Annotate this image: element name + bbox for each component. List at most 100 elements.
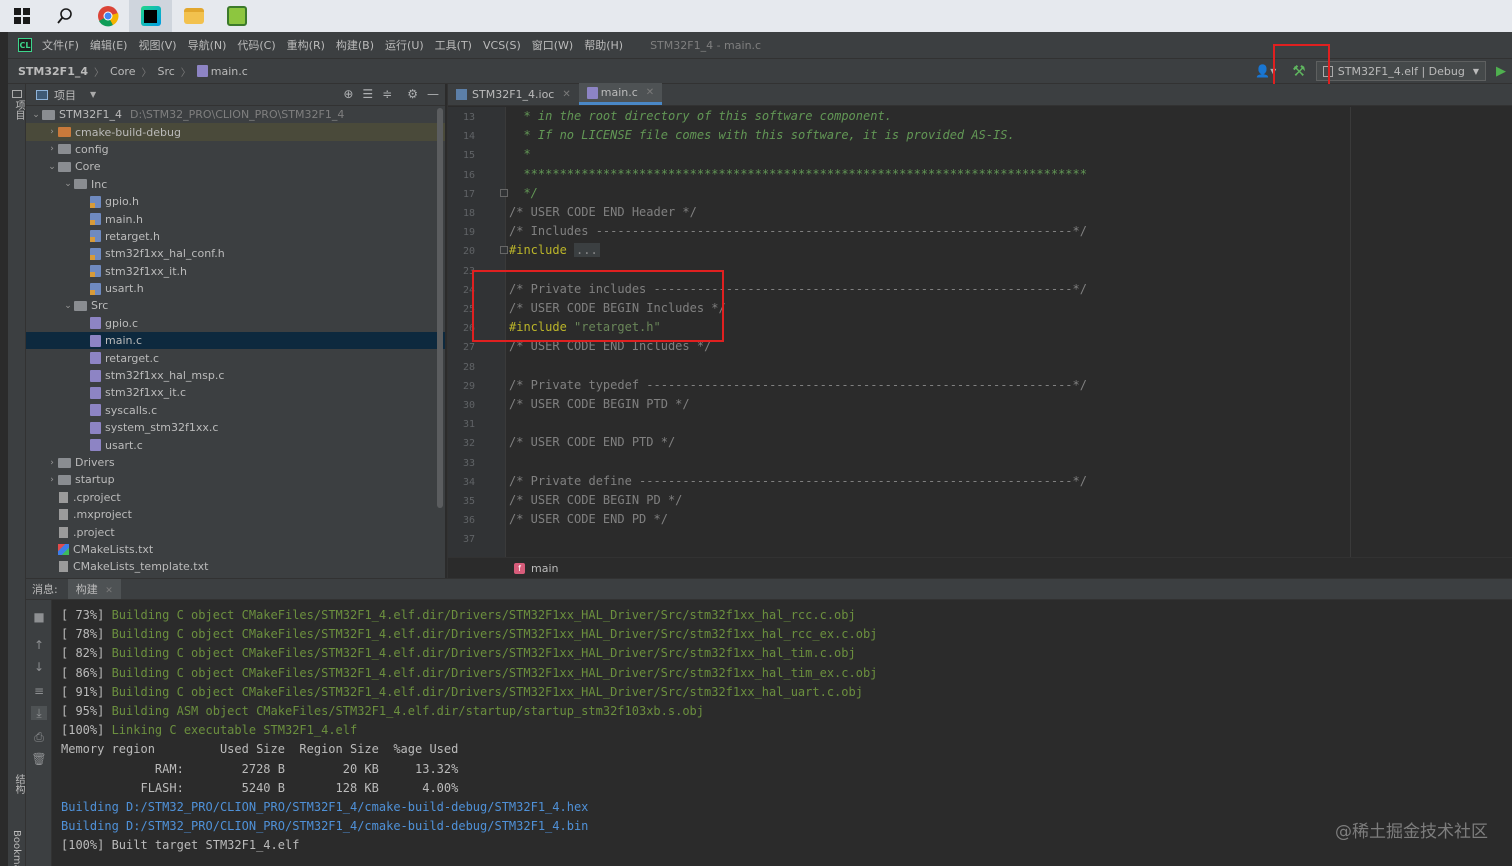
folder-icon bbox=[42, 109, 55, 120]
menu-view[interactable]: 视图(V) bbox=[138, 37, 176, 53]
scroll-to-end-icon[interactable]: ⤓ bbox=[31, 706, 47, 720]
tree-item[interactable]: usart.c bbox=[26, 436, 445, 453]
project-tool-label[interactable]: 项目 bbox=[11, 100, 26, 120]
chevron-down-icon[interactable]: ⌄ bbox=[62, 179, 74, 189]
project-tool-icon[interactable] bbox=[12, 90, 22, 98]
gear-icon[interactable]: ⚙ bbox=[407, 87, 418, 101]
breadcrumb-src[interactable]: Src bbox=[157, 65, 174, 78]
close-icon[interactable]: ✕ bbox=[105, 586, 113, 596]
tree-item[interactable]: gpio.c bbox=[26, 315, 445, 332]
close-icon[interactable]: ✕ bbox=[646, 87, 654, 98]
bookmarks-tool-label[interactable]: Bookmarks bbox=[11, 830, 22, 866]
code-token[interactable]: ... bbox=[574, 243, 600, 258]
tree-item-label: startup bbox=[75, 473, 115, 487]
tree-item[interactable]: stm32f1xx_it.h bbox=[26, 263, 445, 280]
print-icon[interactable]: ⎙ bbox=[31, 730, 47, 744]
run-icon[interactable]: ▶ bbox=[1496, 64, 1506, 79]
tab-main-c[interactable]: main.c ✕ bbox=[578, 83, 663, 105]
chevron-right-icon[interactable]: › bbox=[46, 127, 58, 137]
tree-item[interactable]: ⌄ Inc bbox=[26, 176, 445, 193]
menu-code[interactable]: 代码(C) bbox=[237, 37, 275, 53]
taskbar-search-button[interactable] bbox=[43, 0, 86, 32]
arrow-up-icon[interactable]: ↑ bbox=[31, 638, 47, 652]
notepad-icon bbox=[226, 6, 247, 26]
structure-tool-label[interactable]: 结构 bbox=[11, 774, 26, 794]
locate-icon[interactable]: ⊕ bbox=[343, 87, 353, 101]
tree-item[interactable]: .project bbox=[26, 523, 445, 540]
tab-ioc[interactable]: STM32F1_4.ioc ✕ bbox=[448, 83, 579, 105]
build-hammer-icon[interactable]: ⚒ bbox=[1292, 62, 1305, 80]
chevron-right-icon[interactable]: › bbox=[46, 458, 58, 468]
user-icon[interactable]: 👤▾ bbox=[1255, 64, 1276, 78]
menu-tools[interactable]: 工具(T) bbox=[435, 37, 472, 53]
line-number: 17 bbox=[462, 188, 475, 200]
tree-item[interactable]: ⌄ Core bbox=[26, 158, 445, 175]
tree-item[interactable]: CMakeLists_template.txt bbox=[26, 558, 445, 575]
project-panel-title[interactable]: 项目 bbox=[54, 87, 76, 103]
tree-root[interactable]: ⌄ STM32F1_4 D:\STM32_PRO\CLION_PRO\STM32… bbox=[26, 106, 445, 123]
trash-icon[interactable]: 🗑 bbox=[31, 752, 47, 766]
output-link[interactable]: Building D:/STM32_PRO/CLION_PRO/STM32F1_… bbox=[61, 800, 588, 814]
chevron-down-icon[interactable]: ⌄ bbox=[62, 301, 74, 311]
fold-marker-icon[interactable] bbox=[500, 246, 508, 255]
tree-item[interactable]: system_stm32f1xx.c bbox=[26, 419, 445, 436]
tree-item-label: Src bbox=[91, 299, 109, 313]
menu-file[interactable]: 文件(F) bbox=[42, 37, 79, 53]
windows-start-button[interactable] bbox=[0, 0, 43, 32]
tree-item[interactable]: gpio.h bbox=[26, 193, 445, 210]
stop-icon[interactable]: ■ bbox=[31, 610, 47, 624]
taskbar-clion-button[interactable] bbox=[129, 0, 172, 32]
soft-wrap-icon[interactable]: ≡ bbox=[31, 684, 47, 698]
tree-item[interactable]: › Drivers bbox=[26, 454, 445, 471]
fold-marker-icon[interactable] bbox=[500, 188, 508, 197]
taskbar-chrome-button[interactable] bbox=[86, 0, 129, 32]
breadcrumb-core[interactable]: Core bbox=[110, 65, 135, 78]
breadcrumb-file[interactable]: main.c bbox=[211, 65, 248, 78]
chevron-down-icon[interactable]: ⌄ bbox=[30, 110, 42, 120]
tree-item[interactable]: › startup bbox=[26, 471, 445, 488]
tree-item[interactable]: syscalls.c bbox=[26, 402, 445, 419]
tree-item[interactable]: ⌄ Src bbox=[26, 297, 445, 314]
tree-item[interactable]: stm32f1xx_hal_conf.h bbox=[26, 245, 445, 262]
tree-item[interactable]: main.c bbox=[26, 332, 445, 350]
menu-window[interactable]: 窗口(W) bbox=[532, 37, 573, 53]
tree-item[interactable]: usart.h bbox=[26, 280, 445, 297]
taskbar-notepad-button[interactable] bbox=[215, 0, 258, 32]
project-scrollbar[interactable] bbox=[437, 108, 443, 508]
chevron-right-icon[interactable]: › bbox=[46, 475, 58, 485]
tree-item[interactable]: stm32f1xx_hal_msp.c bbox=[26, 367, 445, 384]
chevron-down-icon[interactable]: ⌄ bbox=[46, 162, 58, 172]
tree-item[interactable]: retarget.c bbox=[26, 349, 445, 366]
close-icon[interactable]: ✕ bbox=[562, 89, 570, 100]
menu-edit[interactable]: 编辑(E) bbox=[90, 37, 128, 53]
code-token: /* USER CODE END PD */ bbox=[509, 512, 668, 527]
menu-build[interactable]: 构建(B) bbox=[336, 37, 374, 53]
tree-item[interactable]: .mxproject bbox=[26, 506, 445, 523]
tree-item[interactable]: › config bbox=[26, 141, 445, 158]
tree-item[interactable]: CMakeLists.txt bbox=[26, 541, 445, 558]
breadcrumb-project[interactable]: STM32F1_4 bbox=[18, 65, 88, 78]
menu-run[interactable]: 运行(U) bbox=[385, 37, 424, 53]
menu-refactor[interactable]: 重构(R) bbox=[287, 37, 325, 53]
tree-item[interactable]: › cmake-build-debug bbox=[26, 123, 445, 141]
run-configuration-select[interactable]: STM32F1_4.elf | Debug ▼ bbox=[1315, 61, 1486, 81]
menu-vcs[interactable]: VCS(S) bbox=[483, 39, 521, 52]
chevron-down-icon[interactable]: ▼ bbox=[90, 90, 96, 99]
tree-item[interactable]: stm32f1xx_it.c bbox=[26, 384, 445, 401]
tree-item[interactable]: retarget.h bbox=[26, 228, 445, 245]
output-text: Building ASM object CMakeFiles/STM32F1_4… bbox=[111, 704, 704, 718]
menu-navigate[interactable]: 导航(N) bbox=[188, 37, 227, 53]
output-link[interactable]: Building D:/STM32_PRO/CLION_PRO/STM32F1_… bbox=[61, 819, 588, 833]
build-output[interactable]: [ 73%] Building C object CMakeFiles/STM3… bbox=[52, 600, 1512, 866]
tree-item[interactable]: .cproject bbox=[26, 489, 445, 506]
chevron-right-icon[interactable]: › bbox=[46, 144, 58, 154]
tab-build[interactable]: 构建 ✕ bbox=[67, 579, 121, 599]
collapse-all-icon[interactable]: ≑ bbox=[382, 87, 392, 101]
expand-all-icon[interactable]: ☰ bbox=[362, 87, 373, 101]
tree-item[interactable]: main.h bbox=[26, 210, 445, 227]
taskbar-file-explorer-button[interactable] bbox=[172, 0, 215, 32]
menu-help[interactable]: 帮助(H) bbox=[584, 37, 623, 53]
breadcrumb-function[interactable]: main bbox=[531, 562, 558, 575]
arrow-down-icon[interactable]: ↓ bbox=[31, 660, 47, 674]
hide-icon[interactable]: — bbox=[427, 87, 439, 101]
